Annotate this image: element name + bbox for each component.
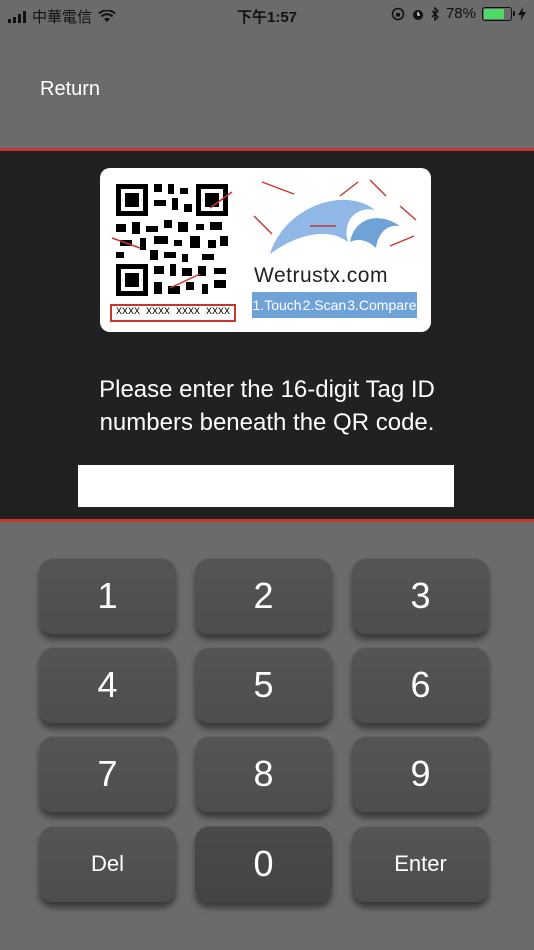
nav-bar: Return <box>0 30 534 148</box>
bluetooth-icon <box>431 6 439 21</box>
key-1[interactable]: 1 <box>39 558 176 634</box>
key-8[interactable]: 8 <box>195 736 332 812</box>
qr-code-icon <box>111 184 233 296</box>
tag-id-input[interactable] <box>78 465 454 507</box>
step-compare: 3.Compare <box>347 297 417 313</box>
return-button[interactable]: Return <box>40 78 100 101</box>
charging-icon <box>518 6 526 21</box>
rotation-lock-icon <box>391 7 405 20</box>
key-9[interactable]: 9 <box>352 736 489 812</box>
numeric-keypad: 1 2 3 4 5 6 7 8 9 Del 0 Enter <box>0 522 534 950</box>
status-right: 78% <box>391 5 526 22</box>
key-5[interactable]: 5 <box>195 647 332 723</box>
status-bar: 中華電信 下午1:57 78% <box>0 0 534 30</box>
alarm-icon <box>412 9 423 20</box>
key-7[interactable]: 7 <box>39 736 176 812</box>
key-0[interactable]: 0 <box>195 826 332 902</box>
instruction-text: Please enter the 16-digit Tag ID numbers… <box>40 373 494 439</box>
instruction-line-2: numbers beneath the QR code. <box>99 409 435 436</box>
key-6[interactable]: 6 <box>352 647 489 723</box>
enter-button[interactable]: Enter <box>352 826 489 902</box>
tag-entry-panel: XXXX XXXX XXXX XXXX Wetrustx.com 1.Touch… <box>0 148 534 522</box>
brand-name: Wetrustx.com <box>254 264 388 287</box>
key-3[interactable]: 3 <box>352 558 489 634</box>
battery-icon <box>482 6 515 21</box>
key-4[interactable]: 4 <box>39 647 176 723</box>
delete-button[interactable]: Del <box>39 826 176 902</box>
step-scan: 2.Scan <box>302 297 347 313</box>
battery-percent: 78% <box>445 5 476 22</box>
key-2[interactable]: 2 <box>195 558 332 634</box>
wetrustx-logo-icon <box>253 179 417 254</box>
tag-illustration-card: XXXX XXXX XXXX XXXX Wetrustx.com 1.Touch… <box>100 168 431 332</box>
instruction-line-1: Please enter the 16-digit Tag ID <box>99 376 435 403</box>
tag-id-sample: XXXX XXXX XXXX XXXX <box>110 304 236 322</box>
steps-banner: 1.Touch 2.Scan 3.Compare <box>252 292 417 318</box>
step-touch: 1.Touch <box>252 297 302 313</box>
